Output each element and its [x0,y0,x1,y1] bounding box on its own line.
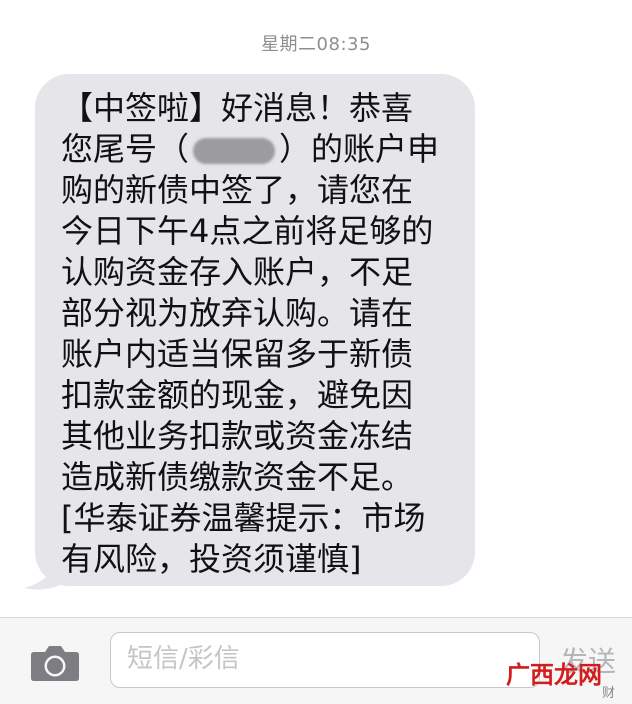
message-text: ）的账户申 [279,130,440,168]
watermark-suffix: 财 [602,686,616,701]
message-line: 有风险，投资须谨慎] [61,540,362,578]
message-line: 【中签啦】好消息！恭喜 [61,89,414,127]
watermark-text: 广西龙网 [506,660,602,689]
message-line: 部分视为放弃认购。请在 [61,294,414,332]
message-timestamp: 星期二08:35 [261,34,371,55]
message-line-with-redaction: 您尾号（ ）的账户申 [61,129,463,170]
redacted-account-number [193,138,276,164]
message-line: 购的新债中签了，请您在 [61,171,414,209]
message-line: 认购资金存入账户，不足 [61,253,414,291]
message-line: 其他业务扣款或资金冻结 [61,417,414,455]
message-line: 账户内适当保留多于新债 [61,335,414,373]
watermark-logo: 广西龙网财 [506,655,615,701]
message-line: 扣款金额的现金，避免因 [61,376,414,414]
camera-icon[interactable] [30,644,80,682]
message-line: 造成新债缴款资金不足。 [61,458,414,496]
received-message-bubble[interactable]: 【中签啦】好消息！恭喜 您尾号（ ）的账户申 购的新债中签了，请您在 今日下午4点… [35,74,475,586]
message-line: 今日下午4点之前将足够的 [61,212,434,250]
message-text: 您尾号（ [61,130,190,168]
message-line: [华泰证券温馨提示：市场 [61,499,426,537]
message-input-field[interactable]: 短信/彩信 [110,632,540,688]
